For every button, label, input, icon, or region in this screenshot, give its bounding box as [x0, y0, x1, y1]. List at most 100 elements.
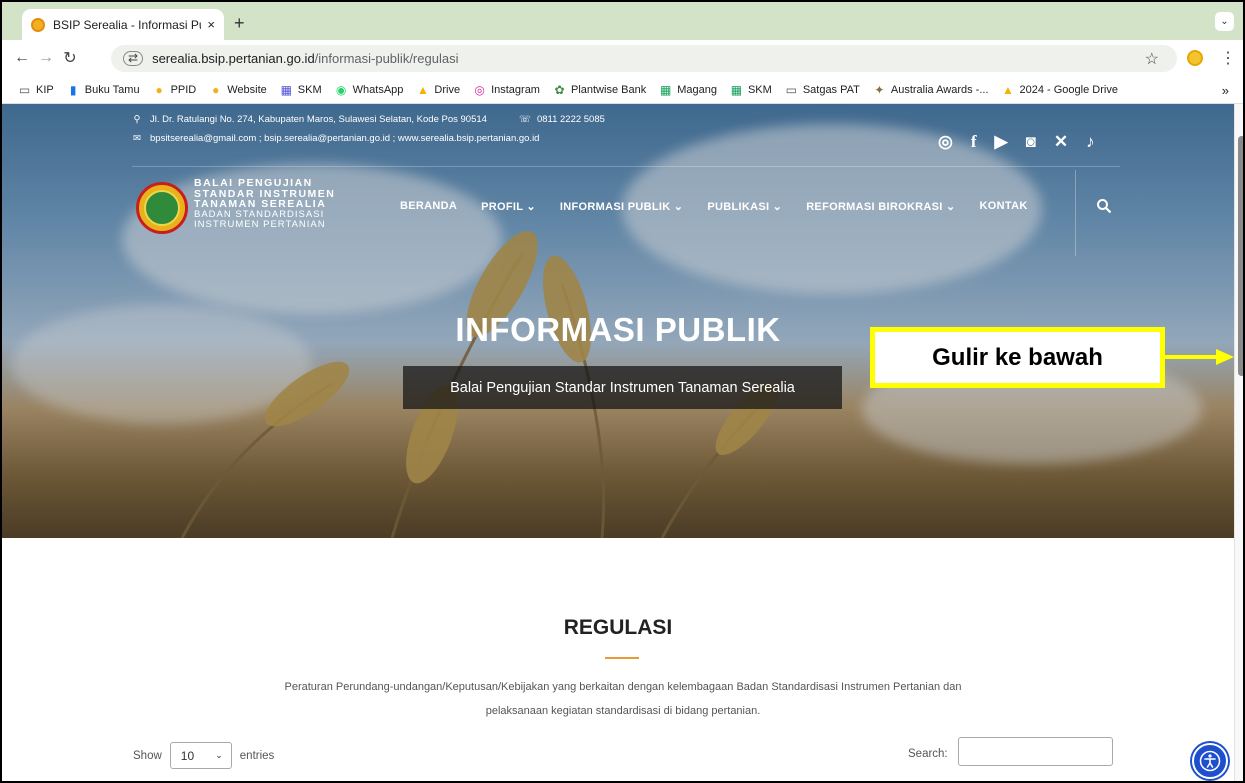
- mail-icon: ✉: [133, 133, 141, 144]
- bookmark-item[interactable]: ▦ SKM: [280, 82, 322, 97]
- brand-line: TANAMAN SEREALIA: [194, 198, 327, 210]
- bookmark-label: PPID: [170, 83, 197, 96]
- instagram-icon[interactable]: ◙: [1026, 132, 1036, 152]
- profile-avatar-icon[interactable]: [1187, 50, 1203, 66]
- bookmark-item[interactable]: ▲ 2024 - Google Drive: [1002, 82, 1118, 97]
- youtube-icon[interactable]: ▶: [995, 132, 1008, 152]
- bookmark-item[interactable]: ▦ SKM: [730, 82, 772, 97]
- entries-label: entries: [239, 749, 275, 762]
- tiktok-icon[interactable]: ♪: [1086, 132, 1095, 152]
- nav-profil[interactable]: PROFIL ⌄: [481, 200, 536, 213]
- nav-kontak[interactable]: KONTAK: [980, 200, 1028, 213]
- tab-title: BSIP Serealia - Informasi Publ: [53, 17, 202, 32]
- bookmark-label: WhatsApp: [352, 83, 404, 96]
- bookmark-item[interactable]: ▭ KIP: [18, 82, 54, 97]
- entries-select[interactable]: 10 ⌄: [169, 742, 232, 769]
- accessibility-icon: [1199, 750, 1221, 772]
- bookmark-item[interactable]: ▦ Magang: [659, 83, 717, 97]
- location-pin-icon: ⚲: [133, 114, 141, 125]
- social-links: ◎ f ▶ ◙ ✕ ♪: [938, 132, 1095, 152]
- site-favicon-icon: [31, 17, 45, 32]
- browser-window: BSIP Serealia - Informasi Publ × + ⌄ ← →…: [0, 0, 1245, 783]
- bookmark-label: Satgas PAT: [802, 83, 860, 96]
- sheets-icon: ▦: [730, 82, 743, 97]
- site-info-icon[interactable]: ⇄: [123, 51, 144, 66]
- reload-icon[interactable]: ↻: [58, 48, 82, 68]
- brand-sub-line: INSTRUMEN PERTANIAN: [194, 219, 326, 230]
- bookmark-item[interactable]: ✦ Australia Awards -...: [873, 82, 988, 97]
- hero-banner: ⚲ Jl. Dr. Ratulangi No. 274, Kabupaten Ma…: [2, 104, 1234, 538]
- page-scrollbar[interactable]: [1234, 104, 1243, 781]
- bookmark-label: Magang: [677, 83, 717, 96]
- entries-value: 10: [180, 748, 195, 763]
- tab-search-chevron-icon[interactable]: ⌄: [1215, 12, 1234, 31]
- description-line: Peraturan Perundang-undangan/Keputusan/K…: [284, 681, 962, 693]
- whatsapp-icon: ◉: [335, 82, 347, 97]
- accessibility-button[interactable]: [1192, 743, 1228, 779]
- bookmark-item[interactable]: ▲ Drive: [416, 82, 460, 97]
- nav-publikasi[interactable]: PUBLIKASI ⌄: [707, 200, 782, 213]
- award-icon: ✦: [874, 82, 885, 97]
- browser-toolbar: ← → ↻ ⇄ serealia.bsip.pertanian.go.id/in…: [2, 40, 1243, 76]
- arrow-right-icon: [1162, 349, 1234, 365]
- logo-emblem: [144, 190, 180, 226]
- main-nav: BERANDA PROFIL ⌄ INFORMASI PUBLIK ⌄ PUBL…: [400, 200, 1052, 213]
- show-label: Show: [133, 749, 162, 762]
- bookmark-label: Buku Tamu: [84, 83, 140, 96]
- address-bar[interactable]: ⇄ serealia.bsip.pertanian.go.id/informas…: [111, 45, 1177, 72]
- hero-subtitle: Balai Pengujian Standar Instrumen Tanama…: [403, 366, 842, 409]
- bookmark-item[interactable]: ✿ Plantwise Bank: [553, 82, 647, 97]
- bookmark-label: KIP: [36, 83, 54, 96]
- browser-menu-icon[interactable]: ⋮: [1220, 48, 1236, 68]
- back-arrow-icon[interactable]: ←: [10, 49, 34, 67]
- url-host: serealia.bsip.pertanian.go.id: [152, 51, 315, 66]
- header-divider: [132, 166, 1120, 167]
- tab-strip: BSIP Serealia - Informasi Publ × + ⌄: [2, 2, 1243, 40]
- title-underline: [605, 657, 639, 659]
- bookmark-item[interactable]: ● PPID: [153, 82, 197, 97]
- plantwise-icon: ✿: [554, 82, 565, 97]
- folder-icon: ▭: [785, 82, 797, 97]
- bookmark-label: SKM: [747, 83, 772, 96]
- whatsapp-icon[interactable]: ◎: [938, 132, 953, 152]
- site-icon: ●: [212, 82, 220, 97]
- new-tab-button[interactable]: +: [234, 13, 245, 34]
- bookmark-label: 2024 - Google Drive: [1019, 83, 1118, 96]
- bookmark-item[interactable]: ▭ Satgas PAT: [785, 82, 860, 97]
- section-title: REGULASI: [563, 616, 673, 639]
- folder-icon: ▭: [18, 82, 31, 97]
- drive-icon: ▲: [1002, 82, 1014, 97]
- scroll-hint-callout: Gulir ke bawah: [870, 327, 1165, 388]
- entries-control: Show 10 ⌄ entries: [133, 742, 274, 769]
- bookmark-item[interactable]: ◎ Instagram: [473, 82, 540, 97]
- search-input[interactable]: [958, 737, 1113, 766]
- url-path: /informasi-publik/regulasi: [314, 51, 459, 66]
- instagram-icon: ◎: [474, 82, 485, 97]
- x-icon[interactable]: ✕: [1054, 132, 1068, 152]
- address-text: Jl. Dr. Ratulangi No. 274, Kabupaten Mar…: [150, 114, 487, 125]
- site-brand[interactable]: BALAI PENGUJIAN STANDAR INSTRUMEN TANAMA…: [194, 178, 335, 231]
- bookmark-label: Instagram: [491, 83, 540, 96]
- nav-informasi-publik[interactable]: INFORMASI PUBLIK ⌄: [560, 200, 683, 213]
- site-logo[interactable]: [136, 182, 188, 234]
- facebook-icon[interactable]: f: [971, 132, 977, 152]
- chevron-down-icon: ⌄: [215, 750, 223, 760]
- phone-icon: ☏: [518, 114, 531, 125]
- sheets-icon: ▦: [280, 82, 292, 97]
- tab-close-icon[interactable]: ×: [207, 17, 215, 32]
- drive-icon: ▲: [416, 82, 429, 97]
- nav-reformasi-birokrasi[interactable]: REFORMASI BIROKRASI ⌄: [806, 200, 955, 213]
- search-icon[interactable]: [1096, 198, 1112, 214]
- bookmark-star-icon[interactable]: ☆: [1145, 49, 1159, 69]
- bookmark-item[interactable]: ● Website: [209, 82, 267, 97]
- active-tab[interactable]: BSIP Serealia - Informasi Publ ×: [22, 9, 224, 40]
- site-icon: ●: [155, 82, 163, 97]
- bookmark-label: Plantwise Bank: [570, 83, 647, 96]
- bookmarks-overflow-button[interactable]: »: [1222, 83, 1229, 98]
- scrollbar-thumb[interactable]: [1238, 136, 1243, 376]
- forward-arrow-icon[interactable]: →: [34, 49, 58, 67]
- nav-beranda[interactable]: BERANDA: [400, 200, 457, 213]
- bookmark-item[interactable]: ▮ Buku Tamu: [67, 83, 140, 97]
- nav-divider: [1075, 170, 1076, 256]
- bookmark-item[interactable]: ◉ WhatsApp: [335, 82, 404, 97]
